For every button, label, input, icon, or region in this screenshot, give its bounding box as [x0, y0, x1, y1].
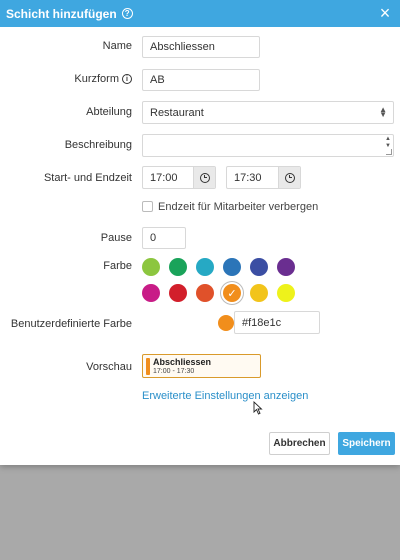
custom-color-dot[interactable] [218, 315, 234, 331]
name-label: Name [102, 40, 132, 52]
hide-end-checkbox[interactable] [142, 201, 153, 212]
clock-icon [284, 172, 295, 183]
department-label: Abteilung [86, 106, 132, 118]
description-textarea[interactable]: ▲ ▼ [142, 134, 394, 157]
custom-color-input[interactable]: #f18e1c [234, 311, 320, 334]
cancel-button[interactable]: Abbrechen [269, 432, 330, 455]
color-swatch[interactable] [250, 258, 268, 276]
end-time-value: 17:30 [234, 171, 262, 184]
shift-preview: Abschliessen 17:00 - 17:30 [142, 354, 261, 378]
color-swatch[interactable] [277, 258, 295, 276]
color-swatch[interactable] [169, 258, 187, 276]
select-arrow-icon: ▲ ▼ [379, 105, 387, 119]
start-time-input[interactable]: 17:00 [142, 166, 216, 189]
hide-end-label: Endzeit für Mitarbeiter verbergen [158, 201, 319, 213]
preview-time: 17:00 - 17:30 [153, 368, 195, 375]
description-label: Beschreibung [64, 139, 132, 151]
clock-icon [199, 172, 210, 183]
name-input[interactable]: Abschliessen [142, 36, 260, 58]
color-swatch[interactable] [142, 284, 160, 302]
modal-title: Schicht hinzufügen [6, 6, 117, 21]
mouse-cursor-icon [253, 401, 263, 415]
preview-color-bar [146, 358, 150, 375]
color-swatch[interactable] [196, 258, 214, 276]
custom-color-label: Benutzerdefinierte Farbe [10, 318, 132, 330]
end-clock-button[interactable] [278, 167, 300, 188]
add-shift-modal: Schicht hinzufügen ? × Name Abschliessen… [0, 0, 400, 465]
color-swatch[interactable] [169, 284, 187, 302]
department-select[interactable]: Restaurant ▲ ▼ [142, 101, 394, 124]
start-clock-button[interactable] [193, 167, 215, 188]
department-value: Restaurant [150, 106, 204, 119]
modal-header: Schicht hinzufügen ? × [0, 0, 400, 27]
time-label: Start- und Endzeit [43, 172, 132, 184]
advanced-settings-link[interactable]: Erweiterte Einstellungen anzeigen [142, 390, 308, 402]
resize-handle-icon[interactable] [386, 149, 392, 155]
scroll-arrows-icon[interactable]: ▲ ▼ [385, 136, 391, 150]
short-input[interactable]: AB [142, 69, 260, 91]
preview-label: Vorschau [86, 361, 132, 373]
short-label-text: Kurzform [74, 73, 119, 85]
color-swatch[interactable] [223, 258, 241, 276]
color-swatch[interactable] [196, 284, 214, 302]
help-icon[interactable]: ? [121, 8, 133, 19]
info-icon[interactable]: i [122, 74, 132, 84]
color-swatch[interactable] [250, 284, 268, 302]
color-swatch-selected[interactable]: ✓ [223, 284, 241, 302]
close-icon[interactable]: × [376, 4, 394, 22]
pause-input[interactable]: 0 [142, 227, 186, 249]
start-time-value: 17:00 [150, 171, 178, 184]
preview-title: Abschliessen [153, 357, 212, 367]
end-time-input[interactable]: 17:30 [226, 166, 301, 189]
color-swatch[interactable] [277, 284, 295, 302]
short-label: Kurzform i [74, 73, 132, 85]
pause-label: Pause [100, 232, 132, 244]
color-swatch[interactable] [142, 258, 160, 276]
save-button[interactable]: Speichern [338, 432, 395, 455]
color-label: Farbe [103, 260, 132, 272]
